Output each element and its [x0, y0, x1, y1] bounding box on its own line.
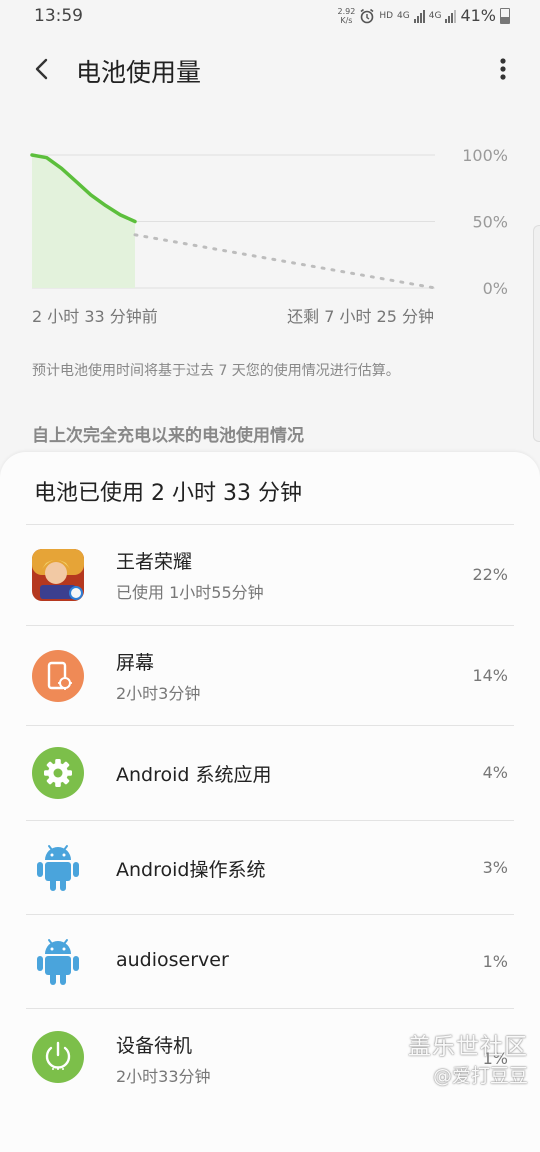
item-name: 设备待机: [116, 1035, 193, 1057]
section-header: 自上次完全充电以来的电池使用情况: [32, 426, 304, 446]
game-king-of-glory-icon: [32, 549, 84, 601]
android-icon: [37, 939, 79, 985]
power-icon: [32, 1031, 84, 1083]
status-icons: 2.92 K/s HD 4G 4G 41%: [338, 6, 510, 25]
item-name: 王者荣耀: [116, 551, 193, 573]
list-item-audioserver[interactable]: audioserver 1%: [26, 914, 514, 1008]
signal-icon-2: [445, 9, 457, 23]
network-speed: 2.92 K/s: [337, 6, 356, 25]
watermark-author: @爱打豆豆: [432, 1065, 528, 1087]
item-name: audioserver: [116, 949, 229, 971]
battery-icon: [500, 7, 510, 24]
side-scroll-handle[interactable]: [533, 225, 540, 442]
page-title: 电池使用量: [76, 58, 202, 87]
list-item-android-os[interactable]: Android操作系统 3%: [26, 820, 514, 914]
signal-icon: [413, 9, 425, 23]
item-name: 屏幕: [116, 652, 155, 674]
usage-list: 王者荣耀 已使用 1小时55分钟 22% 屏幕 2小时3分钟 14% Andro…: [26, 524, 514, 1108]
item-usage-time: 2小时3分钟: [116, 684, 201, 703]
usage-fill-area: [32, 155, 135, 288]
alarm-icon: [360, 8, 374, 23]
item-percent: 14%: [472, 666, 508, 685]
watermark-community: 盖乐世社区: [408, 1034, 528, 1060]
android-icon: [37, 845, 79, 891]
chart-remaining-label: 还剩 7 小时 25 分钟: [287, 307, 434, 326]
item-percent: 1%: [482, 952, 508, 971]
hd-label: HD: [379, 10, 394, 21]
status-time: 13:59: [34, 6, 83, 26]
y-tick-label: 0%: [483, 279, 508, 298]
gear-icon: [32, 747, 84, 799]
y-tick-label: 50%: [472, 213, 508, 232]
item-name: Android操作系统: [116, 859, 266, 881]
app-bar: 电池使用量: [0, 40, 540, 100]
item-name: Android 系统应用: [116, 764, 272, 786]
battery-usage-chart: 100% 50% 0%: [30, 146, 508, 298]
card-title: 电池已使用 2 小时 33 分钟: [34, 481, 302, 506]
y-tick-label: 100%: [462, 146, 508, 165]
battery-percent: 41%: [460, 6, 496, 25]
network-4g-label: 4G: [397, 10, 410, 21]
screen-icon: [32, 650, 84, 702]
item-percent: 4%: [482, 763, 508, 782]
list-item-android-system-apps[interactable]: Android 系统应用 4%: [26, 725, 514, 820]
estimate-note: 预计电池使用时间将基于过去 7 天您的使用情况进行估算。: [32, 363, 400, 379]
back-arrow-icon[interactable]: [28, 54, 58, 84]
list-item-screen[interactable]: 屏幕 2小时3分钟 14%: [26, 625, 514, 725]
network-4g-label-2: 4G: [428, 10, 442, 21]
chart-start-label: 2 小时 33 分钟前: [32, 307, 158, 326]
status-bar: 13:59 2.92 K/s HD 4G 4G 41%: [0, 0, 540, 36]
projection-line: [133, 233, 437, 290]
list-item-honor-of-kings[interactable]: 王者荣耀 已使用 1小时55分钟 22%: [26, 524, 514, 625]
item-usage-time: 已使用 1小时55分钟: [116, 583, 264, 602]
watermark: 盖乐世社区 @爱打豆豆: [408, 1027, 528, 1088]
item-usage-time: 2小时33分钟: [116, 1067, 211, 1086]
more-vert-icon[interactable]: [496, 54, 510, 84]
item-percent: 22%: [472, 565, 508, 584]
item-percent: 3%: [482, 858, 508, 877]
